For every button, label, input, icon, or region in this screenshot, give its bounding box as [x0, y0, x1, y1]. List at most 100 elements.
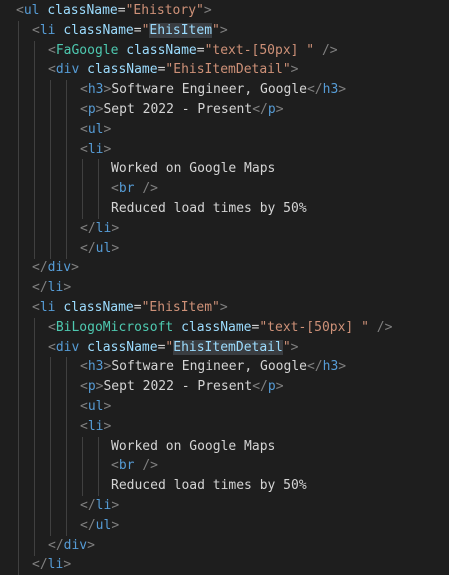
code-token: >	[63, 280, 72, 296]
code-line: <h3>Software Engineer, Google</h3>	[0, 80, 449, 101]
indent-guide	[18, 496, 19, 516]
code-token: li	[95, 498, 112, 513]
indent-guide	[34, 515, 35, 536]
indent-guide	[82, 159, 83, 180]
indent-guide	[82, 199, 83, 219]
indent-guide	[66, 159, 67, 180]
code-editor[interactable]: <ul className="Ehistory"> <li className="…	[0, 0, 449, 575]
code-line: </ul>	[0, 515, 449, 536]
indent-guide	[50, 456, 51, 477]
indent-guide	[18, 238, 19, 259]
code-token: className	[47, 3, 118, 18]
indent-guide	[18, 100, 19, 120]
code-token: />	[321, 42, 338, 58]
indent-guide	[18, 535, 19, 556]
code-token: >	[338, 359, 347, 375]
indent-guide	[50, 357, 51, 378]
code-token: Software Engineer, Google	[111, 82, 307, 98]
code-token: <	[48, 62, 56, 78]
code-token: <	[48, 319, 56, 335]
indent-guide	[34, 218, 35, 239]
code-token: ul	[95, 240, 112, 256]
indent-guide	[66, 456, 67, 477]
code-token: =	[133, 300, 142, 315]
code-token: ul	[23, 3, 40, 18]
code-line: <br />	[0, 456, 449, 477]
code-token: className	[63, 300, 134, 315]
indent-guide	[66, 119, 67, 140]
code-token: Worked on Google Maps	[111, 161, 276, 177]
code-line: <ul>	[0, 397, 449, 417]
indent-guide	[34, 80, 35, 101]
indent-guide	[82, 456, 83, 477]
code-token: </	[80, 517, 96, 533]
code-token: li	[95, 220, 112, 236]
code-line: <li>	[0, 416, 449, 437]
code-token: >	[111, 517, 120, 533]
code-token: ul	[87, 399, 104, 414]
code-token: </	[80, 498, 96, 513]
code-line: <div className="EhisItemDetail">	[0, 60, 449, 81]
indent-guide	[50, 139, 51, 160]
indent-guide	[18, 199, 19, 219]
code-line: <ul>	[0, 119, 449, 140]
code-token: />	[142, 458, 158, 474]
code-token: <	[111, 458, 119, 474]
code-line: <li>	[0, 139, 449, 160]
indent-guide	[66, 139, 67, 160]
code-line: </div>	[0, 258, 449, 279]
code-token: </	[32, 260, 48, 276]
code-token: </	[32, 280, 48, 296]
code-token: className	[63, 22, 134, 38]
indent-guide	[34, 496, 35, 516]
code-token: p	[87, 102, 96, 117]
indent-guide	[34, 317, 35, 338]
code-line: <br />	[0, 179, 449, 200]
code-line: <BiLogoMicrosoft className="text-[50px] …	[0, 317, 449, 338]
code-token: <	[80, 418, 88, 434]
indent-guide	[66, 476, 67, 497]
code-token: </	[80, 220, 96, 236]
indent-guide	[18, 40, 19, 61]
indent-guide	[34, 456, 35, 477]
indent-guide	[34, 535, 35, 556]
code-token: <	[80, 82, 88, 98]
code-line: Worked on Google Maps	[0, 159, 449, 180]
code-token: >	[103, 141, 112, 157]
code-token: />	[142, 181, 158, 197]
code-line: </ul>	[0, 238, 449, 259]
indent-guide	[66, 80, 67, 101]
code-token: li	[87, 141, 104, 157]
code-token: >	[111, 498, 120, 513]
code-token: "	[212, 22, 220, 38]
indent-guide	[18, 20, 19, 41]
indent-guide	[82, 436, 83, 457]
indent-guide	[66, 397, 67, 417]
code-token: </	[252, 379, 268, 395]
code-token: Sept 2022 - Present	[103, 379, 253, 395]
code-token: >	[275, 379, 284, 395]
code-line: <FaGoogle className="text-[50px] " />	[0, 40, 449, 61]
indent-guide	[18, 298, 19, 318]
code-token: className	[126, 42, 197, 58]
indent-guide	[18, 416, 19, 437]
code-line: <h3>Software Engineer, Google</h3>	[0, 357, 449, 378]
code-line: Reduced load times by 50%	[0, 476, 449, 497]
code-token: Sept 2022 - Present	[103, 102, 253, 117]
indent-guide	[18, 555, 19, 575]
indent-guide	[50, 436, 51, 457]
code-token: Reduced load times by 50%	[111, 478, 307, 494]
indent-guide	[66, 377, 67, 398]
code-line: <li className="EhisItem">	[0, 20, 449, 41]
code-token: >	[338, 82, 347, 98]
code-token: >	[290, 339, 299, 355]
indent-guide	[50, 515, 51, 536]
indent-guide	[18, 436, 19, 457]
indent-guide	[66, 218, 67, 239]
indent-guide	[34, 397, 35, 417]
code-token: >	[290, 62, 299, 78]
code-token: h3	[87, 82, 104, 98]
